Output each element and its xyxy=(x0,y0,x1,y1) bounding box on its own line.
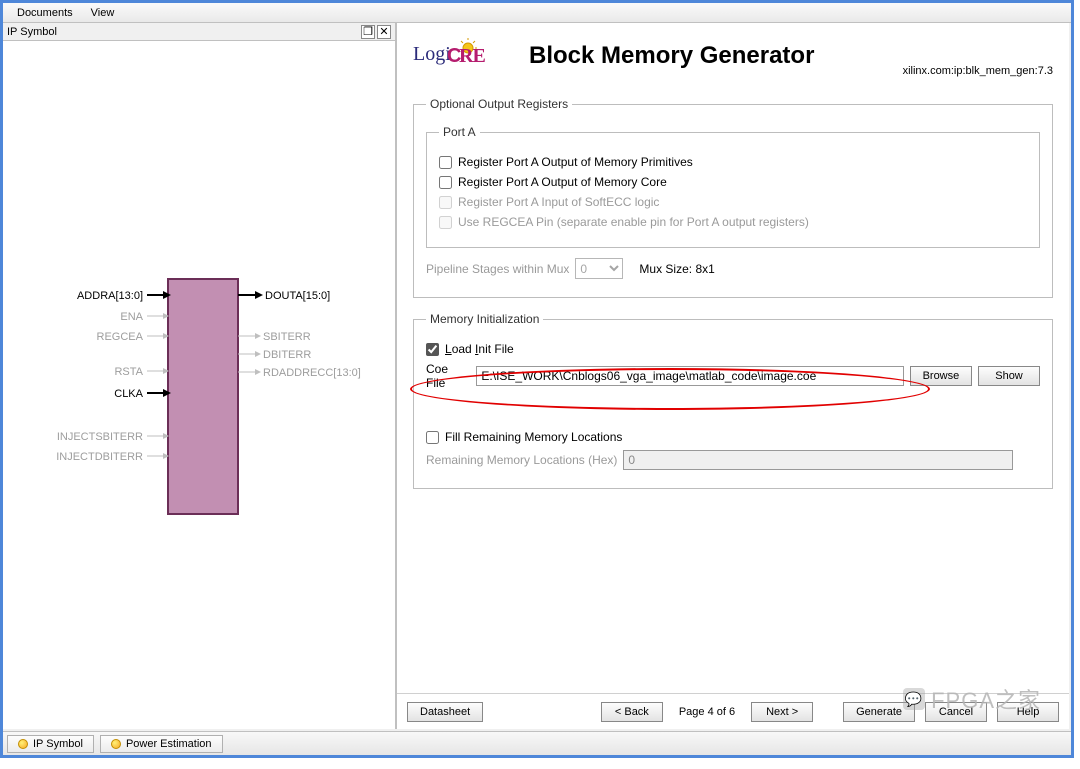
memory-initialization-legend: Memory Initialization xyxy=(426,312,543,326)
port-a-legend: Port A xyxy=(439,125,480,139)
port-rdaddrecc: RDADDRECC[13:0] xyxy=(263,367,361,379)
show-button[interactable]: Show xyxy=(978,366,1040,386)
fill-remaining-label: Fill Remaining Memory Locations xyxy=(445,430,622,444)
watermark: 💬 FPGA之家 xyxy=(903,683,1041,715)
menubar: Documents View xyxy=(3,3,1071,23)
ip-symbol-canvas: ADDRA[13:0] ENA REGCEA RSTA CLKA xyxy=(3,41,395,729)
svg-text:RE: RE xyxy=(459,45,485,67)
ip-vlnv: xilinx.com:ip:blk_mem_gen:7.3 xyxy=(903,65,1053,77)
reg-core-label: Register Port A Output of Memory Core xyxy=(458,175,667,189)
browse-button[interactable]: Browse xyxy=(910,366,972,386)
reg-softecc-label: Register Port A Input of SoftECC logic xyxy=(458,195,659,209)
menu-view[interactable]: View xyxy=(83,5,123,21)
ip-block-shape xyxy=(168,279,238,514)
bulb-icon xyxy=(111,739,121,749)
reg-primitives-label: Register Port A Output of Memory Primiti… xyxy=(458,155,693,169)
port-injectdbiterr: INJECTDBITERR xyxy=(56,451,143,463)
reg-primitives-checkbox[interactable] xyxy=(439,156,452,169)
reg-core-checkbox[interactable] xyxy=(439,176,452,189)
use-regcea-label: Use REGCEA Pin (separate enable pin for … xyxy=(458,215,809,229)
ip-symbol-panel-header: IP Symbol ❐ ✕ xyxy=(3,23,395,41)
optional-output-registers-legend: Optional Output Registers xyxy=(426,97,572,111)
mux-size-label: Mux Size: 8x1 xyxy=(639,262,714,276)
right-pane: Logi C RE Block Memory Generator xilinx.… xyxy=(396,23,1069,729)
port-addra: ADDRA[13:0] xyxy=(77,290,143,302)
coe-file-label: Coe File xyxy=(426,362,470,390)
ip-symbol-panel-title: IP Symbol xyxy=(7,26,359,38)
pipeline-stages-select: 0 xyxy=(575,258,623,279)
tab-power-estimation[interactable]: Power Estimation xyxy=(100,735,223,753)
load-init-file-checkbox[interactable] xyxy=(426,343,439,356)
port-injectsbiterr: INJECTSBITERR xyxy=(57,431,143,443)
page-indicator: Page 4 of 6 xyxy=(673,706,741,718)
port-clka: CLKA xyxy=(114,388,143,400)
reg-softecc-checkbox xyxy=(439,196,452,209)
menu-documents[interactable]: Documents xyxy=(9,5,81,21)
wechat-icon: 💬 xyxy=(903,688,925,710)
port-ena: ENA xyxy=(120,311,143,323)
logicore-logo: Logi C RE xyxy=(413,38,491,74)
remaining-hex-label: Remaining Memory Locations (Hex) xyxy=(426,453,617,467)
close-icon[interactable]: ✕ xyxy=(377,25,391,39)
use-regcea-checkbox xyxy=(439,216,452,229)
svg-text:Logi: Logi xyxy=(413,43,451,65)
left-pane: IP Symbol ❐ ✕ ADDRA[13:0] ENA REGCEA xyxy=(3,23,396,729)
form-area: Optional Output Registers Port A Registe… xyxy=(409,85,1057,693)
datasheet-button[interactable]: Datasheet xyxy=(407,702,483,722)
tab-ip-symbol[interactable]: IP Symbol xyxy=(7,735,94,753)
wizard-title: Block Memory Generator xyxy=(529,42,889,70)
port-rsta: RSTA xyxy=(114,366,143,378)
back-button[interactable]: < Back xyxy=(601,702,663,722)
remaining-hex-input xyxy=(623,450,1013,470)
fill-remaining-checkbox[interactable] xyxy=(426,431,439,444)
port-dbiterr: DBITERR xyxy=(263,349,311,361)
port-sbiterr: SBITERR xyxy=(263,331,311,343)
next-button[interactable]: Next > xyxy=(751,702,813,722)
undock-icon[interactable]: ❐ xyxy=(361,25,375,39)
port-regcea: REGCEA xyxy=(97,331,144,343)
coe-file-path-input[interactable] xyxy=(476,366,903,386)
pipeline-stages-label: Pipeline Stages within Mux xyxy=(426,262,569,276)
wizard-header: Logi C RE Block Memory Generator xilinx.… xyxy=(397,23,1069,81)
port-douta: DOUTA[15:0] xyxy=(265,290,330,302)
bulb-icon xyxy=(18,739,28,749)
load-init-file-label: Load Init File xyxy=(445,342,514,356)
tab-strip: IP Symbol Power Estimation xyxy=(3,731,1071,755)
